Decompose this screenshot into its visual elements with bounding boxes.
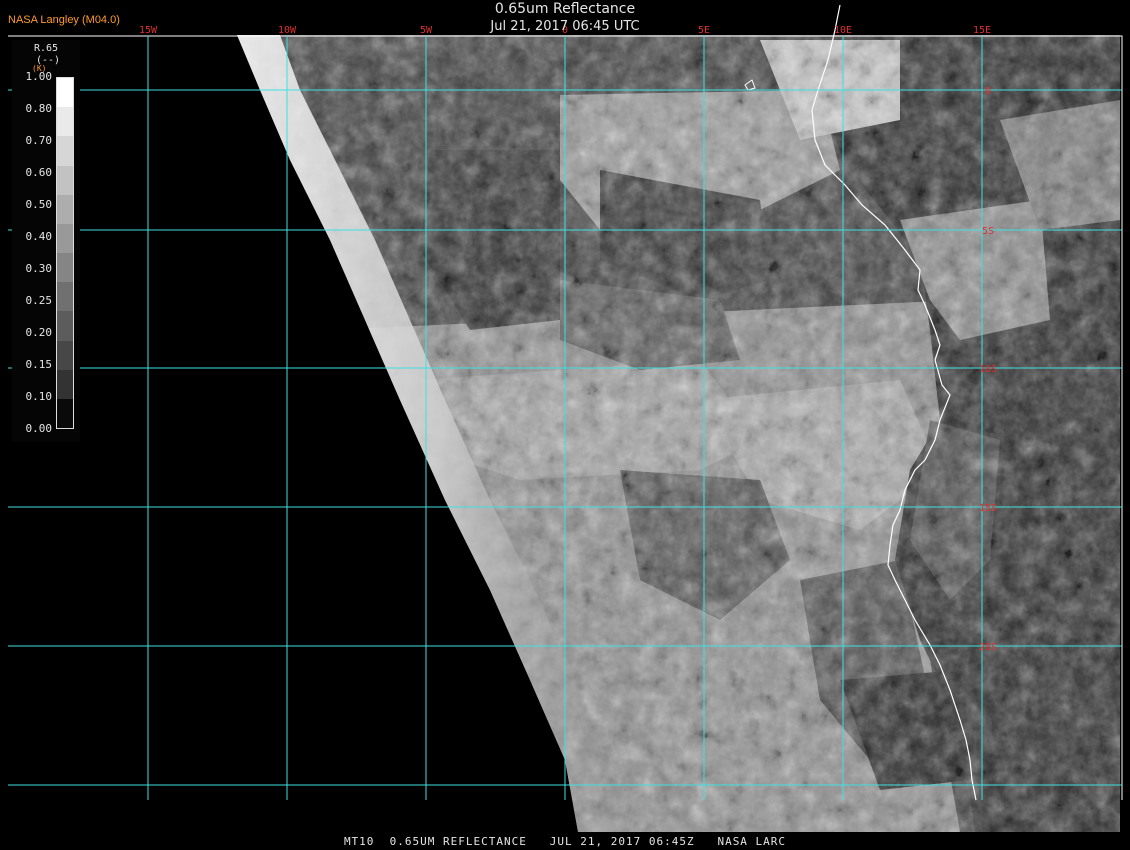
footer-caption: MT10 0.65UM REFLECTANCE JUL 21, 2017 06:… — [343, 835, 787, 848]
legend-tick-label: 0.15 — [25, 358, 53, 371]
legend-title: R.65 — [34, 43, 59, 54]
legend-tick-label: 0.00 — [25, 422, 53, 435]
legend-color-step — [57, 369, 73, 400]
legend-color-step — [57, 282, 73, 312]
legend-color-step — [57, 223, 73, 254]
color-legend: R.65 (--) (K) 1.00 0.80 0.70 0.60 0.50 0.40 0.… — [12, 40, 80, 442]
legend-color-step — [57, 398, 73, 428]
latitude-label: 5S — [982, 226, 994, 237]
legend-tick-label: 0.30 — [25, 262, 53, 275]
legend-color-step — [57, 194, 73, 225]
earth-disk — [237, 35, 1120, 832]
legend-color-step — [57, 253, 73, 283]
latitude-label: 0 — [985, 86, 991, 97]
legend-tick-label: 1.00 — [25, 70, 53, 83]
legend-color-step — [57, 340, 73, 371]
image-title: 0.65um Reflectance — [494, 1, 636, 17]
image-timestamp: Jul 21, 2017 06:45 UTC — [490, 19, 640, 34]
latitude-label: 15S — [979, 503, 997, 514]
legend-tick-label: 0.70 — [25, 134, 53, 147]
satellite-image-view: 15W 10W 5W 0 5E 10E 15E 0 5S 10S 15S 20S NASA Langl… — [0, 0, 1130, 850]
legend-color-step — [57, 136, 73, 166]
satellite-map: 15W 10W 5W 0 5E 10E 15E05S10S15S20S — [8, 4, 1123, 832]
legend-tick-label: 0.25 — [25, 294, 53, 307]
latitude-label: 10S — [979, 364, 997, 375]
legend-tick-label: 0.80 — [25, 102, 53, 115]
legend-color-step — [57, 78, 73, 108]
legend-color-step — [57, 165, 73, 196]
legend-tick-label: 0.40 — [25, 230, 53, 243]
legend-tick-label: 0.50 — [25, 198, 53, 211]
legend-tick-label: 0.20 — [25, 326, 53, 339]
legend-color-step — [57, 311, 73, 341]
legend-color-bar — [56, 77, 74, 429]
latitude-label: 20S — [979, 642, 997, 653]
legend-color-step — [57, 107, 73, 137]
legend-tick-label: 0.60 — [25, 166, 53, 179]
legend-tick-label: 0.10 — [25, 390, 53, 403]
